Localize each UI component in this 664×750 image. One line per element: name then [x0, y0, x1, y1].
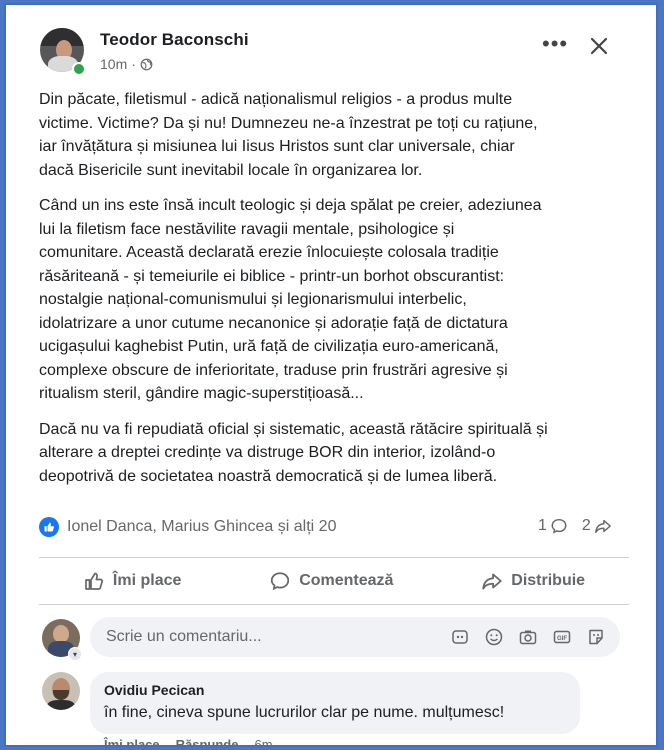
chevron-down-icon[interactable]: ▾ [68, 647, 82, 661]
comment-time[interactable]: 6m [254, 737, 272, 745]
comment-bubble: Ovidiu Pecican în fine, cineva spune luc… [90, 672, 580, 734]
reactions-names[interactable]: Ionel Danca, Marius Ghincea și alți 20 [67, 518, 336, 536]
like-reaction-icon [39, 517, 59, 537]
post-author-name[interactable]: Teodor Baconschi [100, 30, 249, 50]
post-paragraph: Din păcate, filetismul - adică naționali… [39, 91, 538, 179]
comment-button-label: Comentează [299, 572, 394, 589]
comment-button[interactable]: Comentează [269, 570, 393, 592]
post-body: Din păcate, filetismul - adică naționali… [39, 88, 639, 500]
comment-tools: GIF [450, 627, 606, 647]
close-icon[interactable] [584, 31, 614, 61]
comment-like-link[interactable]: Îmi place [104, 737, 160, 745]
post-actions-bar: Îmi place Comentează Distribuie [39, 560, 629, 602]
camera-icon[interactable] [518, 627, 538, 647]
like-button-label: Îmi place [112, 572, 182, 589]
globe-icon [140, 58, 153, 70]
divider [39, 604, 629, 605]
share-count-value: 2 [581, 517, 591, 534]
post-card: Teodor Baconschi 10m · ••• Din păcate, f… [4, 3, 658, 747]
avatar-sticker-icon[interactable] [450, 627, 470, 647]
comment-count[interactable]: 1 [538, 517, 568, 535]
thumbs-up-icon [85, 572, 103, 590]
commenter-avatar[interactable] [42, 672, 80, 710]
separator-dot: · [131, 56, 136, 72]
share-button[interactable]: Distribuie [481, 570, 585, 592]
comment-input-placeholder: Scrie un comentariu... [106, 628, 262, 645]
comment-icon [271, 572, 290, 591]
share-button-label: Distribuie [511, 572, 586, 589]
post-time[interactable]: 10m [100, 56, 127, 72]
comment-actions: Îmi place Răspunde 6m [104, 737, 273, 745]
sticker-icon[interactable] [586, 627, 606, 647]
like-button[interactable]: Îmi place [83, 570, 181, 592]
share-icon [482, 573, 502, 590]
share-count[interactable]: 2 [582, 517, 612, 535]
post-paragraph: Dacă nu va fi repudiată oficial și siste… [39, 420, 548, 485]
share-arrow-icon [594, 519, 611, 534]
comment-author-name[interactable]: Ovidiu Pecican [104, 682, 204, 698]
online-status-dot [72, 62, 86, 76]
comment-input[interactable]: Scrie un comentariu... GIF [90, 617, 620, 657]
comment-count-value: 1 [538, 517, 547, 534]
reactions-summary[interactable]: Ionel Danca, Marius Ghincea și alți 20 [39, 517, 336, 537]
engagement-counts: 1 2 [538, 517, 612, 535]
post-paragraph: Când un ins este însă incult teologic și… [39, 197, 542, 402]
comment-reply-link[interactable]: Răspunde [176, 737, 239, 745]
comment-text: în fine, cineva spune lucrurilor clar pe… [104, 704, 505, 721]
post-meta: 10m · [100, 56, 153, 72]
divider [39, 557, 629, 558]
emoji-icon[interactable] [484, 627, 504, 647]
svg-text:GIF: GIF [557, 636, 567, 642]
comment-bubble-icon [551, 518, 567, 534]
more-options-icon[interactable]: ••• [542, 33, 568, 55]
gif-icon[interactable]: GIF [552, 627, 572, 647]
